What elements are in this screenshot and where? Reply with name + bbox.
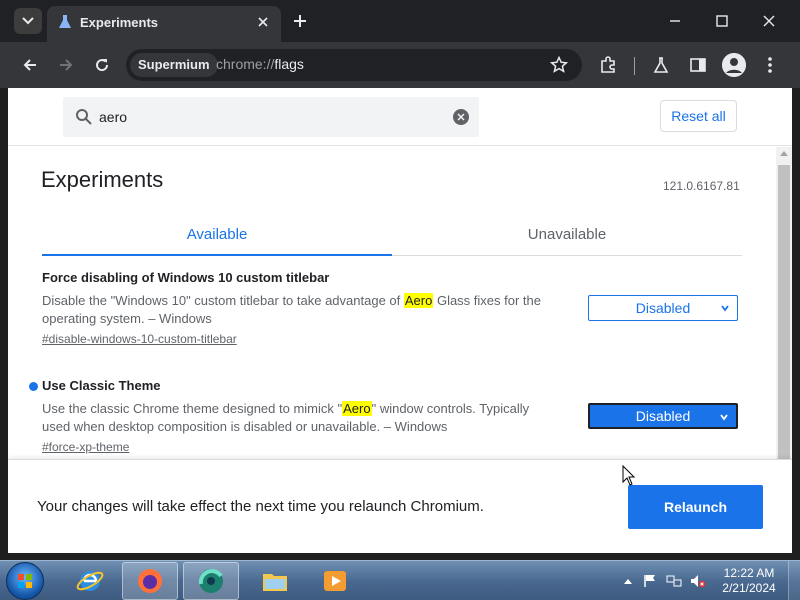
bookmark-star-icon[interactable] (550, 56, 568, 74)
flag-link[interactable]: #force-xp-theme (42, 440, 129, 454)
supermium-icon (198, 569, 223, 593)
chevron-down-icon (22, 17, 34, 25)
extensions-button[interactable] (596, 53, 620, 77)
forward-button[interactable] (54, 53, 78, 77)
internet-explorer-icon (76, 571, 104, 591)
show-desktop-button[interactable] (788, 561, 800, 600)
new-tab-button[interactable] (290, 11, 310, 31)
desktop-screen: Experiments Supermium chrome://flags aer… (0, 0, 800, 600)
search-box[interactable] (63, 97, 479, 137)
taskbar-supermium[interactable] (183, 562, 239, 600)
taskbar-firefox[interactable] (122, 562, 178, 600)
tray-expand-icon[interactable] (620, 573, 636, 589)
start-button[interactable] (6, 562, 44, 600)
side-panel-button[interactable] (686, 53, 710, 77)
relaunch-footer: Your changes will take effect the next t… (8, 459, 792, 553)
search-icon (76, 109, 92, 125)
close-window-button[interactable] (756, 8, 782, 34)
url-text[interactable]: chrome://flags (216, 56, 304, 72)
clear-search-icon[interactable] (453, 109, 469, 125)
clock-date: 2/21/2024 (722, 581, 776, 595)
search-highlight: Aero (342, 401, 372, 416)
chevron-down-icon (720, 414, 728, 421)
browser-tab-strip: Experiments (0, 0, 800, 42)
tab-unavailable[interactable]: Unavailable (392, 213, 742, 256)
flag-item: Use Classic Theme Use the classic Chrome… (29, 378, 742, 456)
person-icon (722, 53, 746, 77)
address-bar[interactable]: Supermium chrome://flags (126, 49, 582, 81)
taskbar-media-player[interactable] (307, 562, 363, 600)
firefox-icon (138, 569, 162, 593)
page-title: Experiments (41, 167, 164, 192)
maximize-icon (716, 15, 728, 27)
scrollbar-thumb[interactable] (778, 165, 790, 461)
tab-experiments[interactable]: Experiments (47, 6, 281, 42)
experiments-button[interactable] (649, 53, 673, 77)
file-explorer-icon (263, 574, 287, 591)
mouse-cursor-icon (622, 465, 636, 486)
network-icon[interactable] (666, 573, 682, 589)
version-label: 121.0.6167.81 (663, 179, 740, 193)
flags-content: Experiments 121.0.6167.81 Available Unav… (8, 147, 776, 459)
relaunch-message: Your changes will take effect the next t… (37, 498, 484, 515)
reset-all-button[interactable]: Reset all (660, 100, 737, 132)
back-button[interactable] (18, 53, 42, 77)
puzzle-icon (601, 56, 615, 73)
flask-icon (653, 57, 669, 73)
reload-button[interactable] (90, 53, 114, 77)
plus-icon (294, 15, 306, 27)
toolbar-separator (634, 57, 635, 75)
flag-state-select[interactable]: Disabled (588, 295, 738, 321)
taskbar-clock[interactable]: 12:22 AM 2/21/2024 (714, 566, 784, 596)
action-center-flag-icon[interactable] (642, 573, 658, 589)
side-panel-icon (690, 58, 706, 72)
flask-icon (59, 15, 71, 28)
modified-indicator (29, 382, 38, 391)
tab-close-icon[interactable] (255, 14, 271, 30)
reload-icon (96, 59, 109, 72)
relaunch-button[interactable]: Relaunch (628, 485, 763, 529)
flags-page: Reset all Experiments 121.0.6167.81 Avai… (8, 88, 792, 553)
profile-avatar[interactable] (722, 53, 746, 77)
flag-state-select[interactable]: Disabled (588, 403, 738, 429)
tab-title: Experiments (80, 15, 159, 30)
flags-tabs: Available Unavailable (42, 213, 742, 256)
flag-description: Use the classic Chrome theme designed to… (42, 401, 530, 434)
site-chip[interactable]: Supermium (130, 53, 218, 77)
menu-button[interactable] (758, 53, 782, 77)
taskbar-internet-explorer[interactable] (62, 562, 118, 600)
minimize-icon (670, 20, 680, 22)
minimize-button[interactable] (662, 8, 688, 34)
tab-available[interactable]: Available (42, 213, 392, 256)
volume-muted-icon[interactable] (690, 573, 706, 589)
flags-header: Reset all (8, 88, 792, 146)
taskbar-file-explorer[interactable] (247, 562, 303, 600)
media-player-icon (324, 571, 346, 591)
chevron-down-icon (721, 305, 729, 312)
flag-name: Use Classic Theme (42, 378, 161, 393)
flag-link[interactable]: #disable-windows-10-custom-titlebar (42, 332, 237, 346)
tab-search-button[interactable] (14, 8, 42, 34)
flag-name: Force disabling of Windows 10 custom tit… (42, 270, 330, 285)
browser-toolbar: Supermium chrome://flags (0, 42, 800, 88)
taskbar: 12:22 AM 2/21/2024 (0, 560, 800, 600)
search-input[interactable] (99, 106, 439, 128)
more-vert-icon (768, 57, 772, 73)
search-highlight: Aero (403, 293, 434, 308)
close-icon (763, 15, 775, 27)
arrow-left-icon (23, 59, 36, 71)
windows-logo-icon (18, 574, 32, 588)
arrow-right-icon (60, 59, 73, 71)
clock-time: 12:22 AM (723, 566, 775, 580)
page-scrollbar[interactable] (776, 147, 792, 461)
flag-description: Disable the "Windows 10" custom titlebar… (42, 293, 541, 326)
maximize-button[interactable] (709, 8, 735, 34)
scroll-up-arrow-icon[interactable] (780, 151, 788, 156)
flag-item: Force disabling of Windows 10 custom tit… (42, 270, 742, 348)
